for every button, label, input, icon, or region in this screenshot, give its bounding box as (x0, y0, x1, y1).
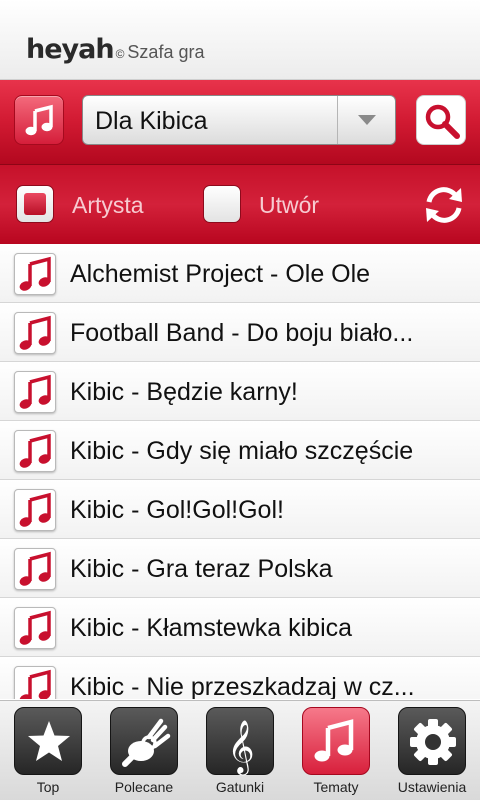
music-note-icon (14, 253, 56, 295)
music-note-icon (14, 371, 56, 413)
tab-label: Polecane (114, 779, 174, 795)
tab-polecane[interactable]: Polecane (96, 707, 192, 800)
song-list: Alchemist Project - Ole Ole Football Band… (0, 244, 480, 699)
app-name: Szafa gra (127, 42, 205, 62)
refresh-icon (426, 187, 462, 223)
music-note-icon (302, 707, 370, 775)
brand-name: heyah (26, 34, 115, 65)
music-note-icon (25, 104, 53, 136)
song-row[interactable]: Kibic - Gdy się miało szczęście (0, 421, 480, 480)
search-bar: Dla Kibica (0, 80, 480, 164)
refresh-button[interactable] (421, 182, 467, 228)
tab-tematy[interactable]: Tematy (288, 707, 384, 800)
tab-label: Tematy (313, 779, 359, 795)
tab-label: Ustawienia (397, 779, 467, 795)
music-note-icon (14, 312, 56, 354)
song-row[interactable]: Alchemist Project - Ole Ole (0, 244, 480, 303)
song-title: Kibic - Gdy się miało szczęście (70, 437, 414, 465)
bottom-tab-bar: Top Polecane 𝄞 Gatunki Tematy Ustawienia (0, 700, 480, 800)
song-title: Kibic - Gol!Gol!Gol! (70, 496, 284, 524)
song-title: Kibic - Będzie karny! (70, 378, 298, 406)
filter-bar: Artysta Utwór (0, 164, 480, 244)
app-header: heyah © Szafa gra (0, 0, 480, 80)
song-row[interactable]: Kibic - Nie przeszkadzaj w cz... (0, 657, 480, 699)
chevron-down-icon (337, 96, 395, 144)
artist-checkbox-label: Artysta (72, 192, 144, 218)
tab-label: Gatunki (215, 779, 265, 795)
treble-clef-icon: 𝄞 (206, 707, 274, 775)
song-row[interactable]: Kibic - Gol!Gol!Gol! (0, 480, 480, 539)
song-title: Kibic - Nie przeszkadzaj w cz... (70, 673, 415, 699)
category-select-value: Dla Kibica (95, 107, 208, 135)
tab-gatunki[interactable]: 𝄞 Gatunki (192, 707, 288, 800)
artist-checkbox[interactable] (16, 185, 54, 223)
song-row[interactable]: Kibic - Będzie karny! (0, 362, 480, 421)
tab-ustawienia[interactable]: Ustawienia (384, 707, 480, 800)
track-checkbox-label: Utwór (259, 192, 320, 218)
music-note-icon (14, 430, 56, 472)
song-title: Kibic - Kłamstewka kibica (70, 614, 353, 642)
gear-icon (398, 707, 466, 775)
song-row[interactable]: Kibic - Gra teraz Polska (0, 539, 480, 598)
song-title: Kibic - Gra teraz Polska (70, 555, 333, 583)
category-select[interactable]: Dla Kibica (82, 95, 396, 145)
search-button[interactable] (416, 95, 466, 145)
music-note-icon (14, 666, 56, 699)
search-icon (425, 104, 460, 139)
song-title: Football Band - Do boju biało... (70, 319, 414, 347)
hand-gesture-icon (110, 707, 178, 775)
tab-label: Top (36, 779, 60, 795)
svg-text:𝄞: 𝄞 (227, 719, 254, 775)
brand-copyright-mark: © (115, 47, 125, 61)
song-row[interactable]: Football Band - Do boju biało... (0, 303, 480, 362)
song-row[interactable]: Kibic - Kłamstewka kibica (0, 598, 480, 657)
brand-logo: heyah © Szafa gra (26, 34, 204, 65)
tab-top[interactable]: Top (0, 707, 96, 800)
music-note-icon (14, 548, 56, 590)
song-title: Alchemist Project - Ole Ole (70, 260, 371, 288)
track-checkbox[interactable] (203, 185, 241, 223)
music-note-icon (14, 607, 56, 649)
music-note-icon (14, 489, 56, 531)
music-note-button[interactable] (14, 95, 64, 145)
star-icon (14, 707, 82, 775)
